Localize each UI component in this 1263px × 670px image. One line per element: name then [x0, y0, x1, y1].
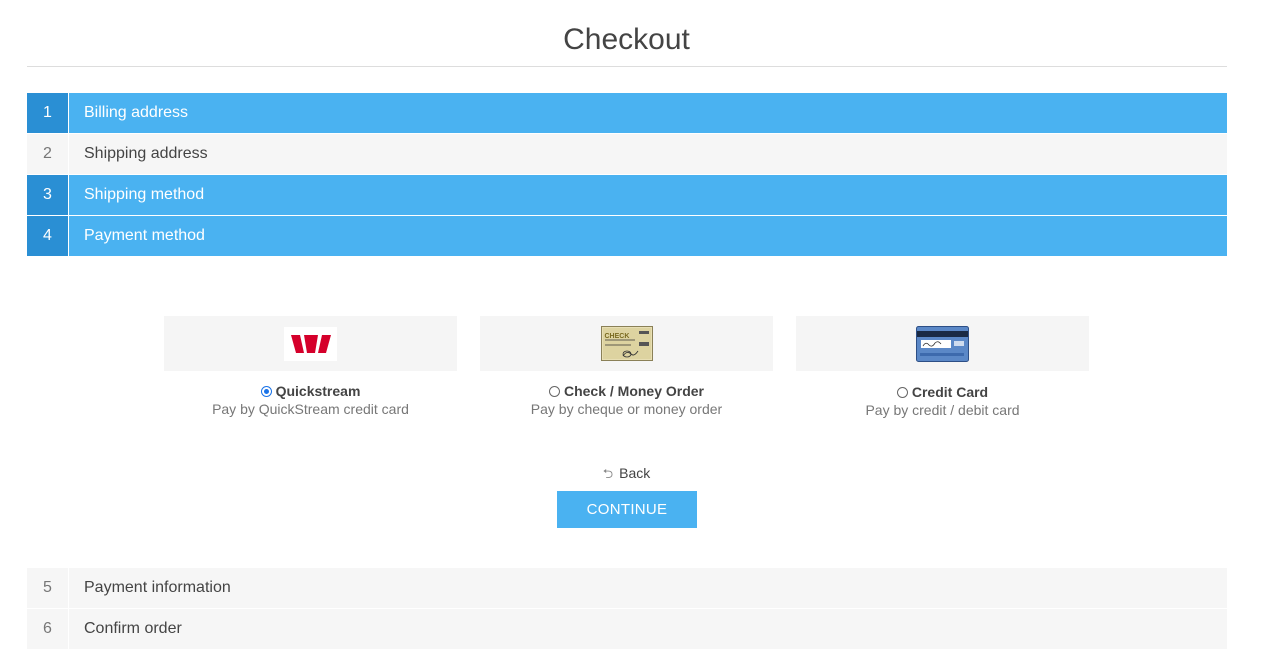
payment-method-description: Pay by QuickStream credit card [212, 401, 409, 417]
step-label: Confirm order [84, 620, 182, 637]
payment-choice[interactable]: Quickstream [164, 383, 457, 399]
radio-credit-card[interactable] [896, 386, 908, 398]
step-label: Billing address [84, 104, 189, 121]
payment-method-name: Check / Money Order [563, 383, 705, 399]
checkout-steps-bottom: 5 Payment information 6 Confirm order [27, 568, 1227, 650]
credit-card-icon [916, 325, 969, 362]
payment-method-check[interactable]: CHECK Check / Money Order Pay by cheque … [480, 316, 773, 417]
step-number: 3 [27, 175, 69, 215]
payment-logo-box[interactable]: CHECK [480, 316, 773, 371]
step-shipping-address[interactable]: 2 Shipping address [27, 134, 1227, 175]
step-label: Payment information [84, 579, 231, 596]
payment-choice[interactable]: Check / Money Order [480, 383, 773, 399]
step-shipping-method[interactable]: 3 Shipping method [27, 175, 1227, 216]
page-title: Checkout [563, 23, 690, 56]
payment-method-description: Pay by credit / debit card [865, 402, 1020, 418]
payment-choice[interactable]: Credit Card [796, 384, 1089, 400]
payment-method-name: Credit Card [911, 384, 989, 400]
step-number: 4 [27, 216, 69, 256]
step-label: Shipping method [84, 186, 205, 203]
check-logo-text: CHECK [604, 333, 630, 340]
payment-methods: Quickstream Pay by QuickStream credit ca… [164, 316, 1089, 426]
step-label: Shipping address [84, 145, 208, 162]
radio-check[interactable] [548, 385, 560, 397]
step-payment-method[interactable]: 4 Payment method [27, 216, 1227, 257]
payment-method-quickstream[interactable]: Quickstream Pay by QuickStream credit ca… [164, 316, 457, 417]
step-confirm-order[interactable]: 6 Confirm order [27, 609, 1227, 650]
step-number: 2 [27, 134, 69, 174]
payment-method-name: Quickstream [275, 383, 361, 399]
back-label: Back [619, 465, 651, 481]
payment-logo-box[interactable] [164, 316, 457, 371]
title-divider [27, 66, 1227, 67]
back-arrow-icon: ⮌ [602, 466, 614, 481]
back-link[interactable]: ⮌ Back [0, 465, 1253, 487]
payment-method-credit-card[interactable]: Credit Card Pay by credit / debit card [796, 316, 1089, 418]
step-payment-information[interactable]: 5 Payment information [27, 568, 1227, 609]
step-number: 1 [27, 93, 69, 133]
checkout-steps-top: 1 Billing address 2 Shipping address 3 S… [27, 93, 1227, 257]
westpac-logo-icon [284, 326, 337, 361]
step-label: Payment method [84, 227, 205, 244]
continue-button[interactable]: CONTINUE [557, 491, 697, 528]
step-billing-address[interactable]: 1 Billing address [27, 93, 1227, 134]
check-icon: CHECK [600, 326, 653, 361]
payment-logo-box[interactable] [796, 316, 1089, 371]
radio-quickstream[interactable] [260, 385, 272, 397]
step-number: 5 [27, 568, 69, 608]
step-number: 6 [27, 609, 69, 649]
payment-method-description: Pay by cheque or money order [530, 401, 723, 417]
